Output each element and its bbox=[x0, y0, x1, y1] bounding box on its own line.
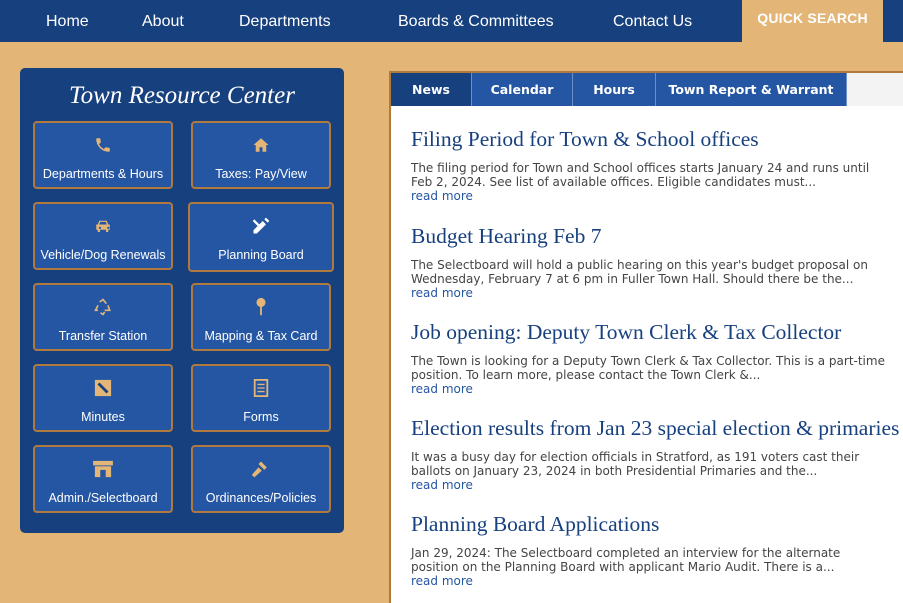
read-more-link[interactable]: read more bbox=[411, 189, 891, 203]
read-more-link[interactable]: read more bbox=[411, 286, 891, 300]
tab-hours[interactable]: Hours bbox=[573, 73, 656, 106]
read-more-link[interactable]: read more bbox=[411, 574, 891, 588]
tile-departments-hours[interactable]: Departments & Hours bbox=[33, 121, 173, 189]
news-panel: News Calendar Hours Town Report & Warran… bbox=[389, 71, 903, 603]
tile-label: Departments & Hours bbox=[42, 167, 164, 181]
article-title[interactable]: Job opening: Deputy Town Clerk & Tax Col… bbox=[411, 320, 891, 345]
tile-label: Mapping & Tax Card bbox=[204, 329, 318, 343]
building-icon bbox=[35, 459, 171, 479]
article-title[interactable]: Election results from Jan 23 special ele… bbox=[411, 416, 899, 441]
nav-home[interactable]: Home bbox=[46, 0, 89, 42]
tile-planning-board[interactable]: Planning Board bbox=[188, 202, 334, 272]
recycle-icon bbox=[35, 297, 171, 317]
read-more-link[interactable]: read more bbox=[411, 478, 891, 492]
car-icon bbox=[35, 216, 171, 236]
phone-icon bbox=[35, 135, 171, 155]
resource-center-title: Town Resource Center bbox=[69, 82, 295, 109]
nav-departments[interactable]: Departments bbox=[239, 0, 331, 42]
pencil-square-icon bbox=[35, 378, 171, 398]
article-snippet: The filing period for Town and School of… bbox=[411, 161, 870, 189]
tile-admin-selectboard[interactable]: Admin./Selectboard bbox=[33, 445, 173, 513]
ruler-pencil-icon bbox=[190, 216, 332, 236]
tile-label: Transfer Station bbox=[58, 329, 148, 343]
news-article: Election results from Jan 23 special ele… bbox=[411, 416, 899, 492]
nav-about[interactable]: About bbox=[142, 0, 184, 42]
resource-center-panel: Town Resource Center Departments & Hours… bbox=[20, 68, 344, 533]
tile-ordinances-policies[interactable]: Ordinances/Policies bbox=[191, 445, 331, 513]
nav-contact-us[interactable]: Contact Us bbox=[613, 0, 692, 42]
quick-search-button[interactable]: QUICK SEARCH bbox=[742, 0, 883, 42]
tile-label: Planning Board bbox=[218, 248, 304, 262]
article-title[interactable]: Filing Period for Town & School offices bbox=[411, 127, 891, 152]
form-icon bbox=[193, 378, 329, 398]
article-title[interactable]: Budget Hearing Feb 7 bbox=[411, 224, 891, 249]
read-more-link[interactable]: read more bbox=[411, 382, 891, 396]
article-snippet: It was a busy day for election officials… bbox=[411, 450, 860, 478]
tile-forms[interactable]: Forms bbox=[191, 364, 331, 432]
news-tabbar: News Calendar Hours Town Report & Warran… bbox=[391, 73, 903, 106]
news-article: Job opening: Deputy Town Clerk & Tax Col… bbox=[411, 320, 891, 396]
tile-taxes-pay-view[interactable]: Taxes: Pay/View bbox=[191, 121, 331, 189]
nav-boards-committees[interactable]: Boards & Committees bbox=[398, 0, 554, 42]
article-snippet: Jan 29, 2024: The Selectboard completed … bbox=[411, 546, 841, 574]
home-icon bbox=[193, 135, 329, 155]
article-snippet: The Town is looking for a Deputy Town Cl… bbox=[411, 354, 885, 382]
tile-mapping-tax-card[interactable]: Mapping & Tax Card bbox=[191, 283, 331, 351]
article-title[interactable]: Planning Board Applications bbox=[411, 512, 891, 537]
news-article: Budget Hearing Feb 7 The Selectboard wil… bbox=[411, 224, 891, 300]
tab-news[interactable]: News bbox=[391, 73, 472, 106]
tile-label: Taxes: Pay/View bbox=[215, 167, 307, 181]
news-article: Planning Board Applications Jan 29, 2024… bbox=[411, 512, 891, 588]
map-pin-icon bbox=[193, 297, 329, 317]
top-nav: Home About Departments Boards & Committe… bbox=[0, 0, 903, 42]
tile-transfer-station[interactable]: Transfer Station bbox=[33, 283, 173, 351]
article-snippet: The Selectboard will hold a public heari… bbox=[411, 258, 868, 286]
tab-town-report-warrant[interactable]: Town Report & Warrant bbox=[656, 73, 847, 106]
tile-minutes[interactable]: Minutes bbox=[33, 364, 173, 432]
tile-vehicle-dog-renewals[interactable]: Vehicle/Dog Renewals bbox=[33, 202, 173, 270]
tile-label: Forms bbox=[243, 410, 279, 424]
tile-label: Admin./Selectboard bbox=[48, 491, 158, 505]
tab-calendar[interactable]: Calendar bbox=[472, 73, 573, 106]
tile-label: Vehicle/Dog Renewals bbox=[40, 248, 166, 262]
tile-label: Ordinances/Policies bbox=[205, 491, 317, 505]
tile-label: Minutes bbox=[81, 410, 125, 424]
gavel-icon bbox=[193, 459, 329, 479]
news-article: Filing Period for Town & School offices … bbox=[411, 127, 891, 203]
